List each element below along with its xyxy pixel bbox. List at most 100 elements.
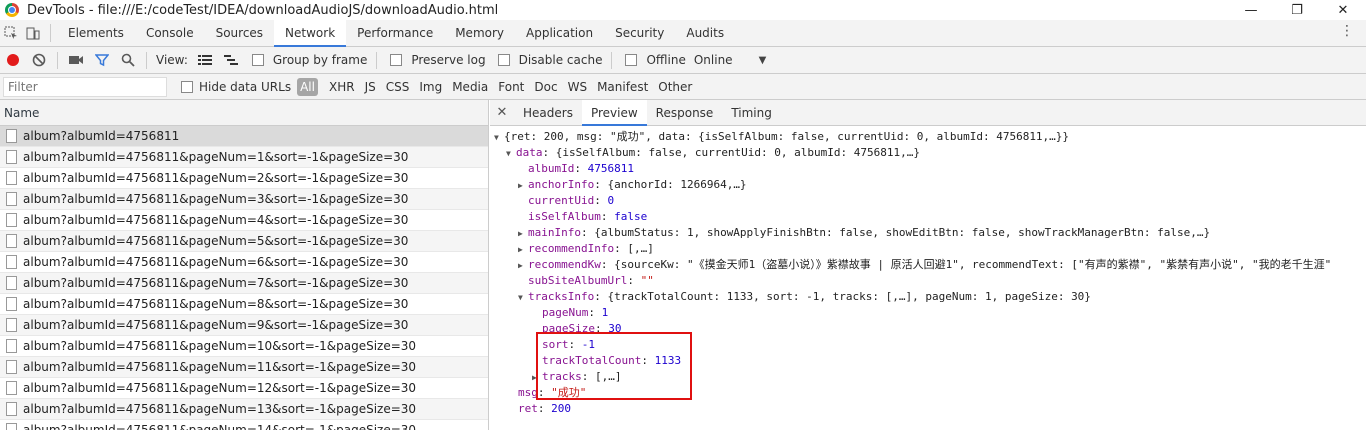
name-column-header[interactable]: Name — [0, 100, 488, 126]
tree-node-tracksInfo[interactable]: ▼ tracksInfo: {trackTotalCount: 1133, sor… — [490, 289, 1366, 305]
subSiteAlbumUrl-value: "" — [640, 274, 654, 287]
filter-type-js[interactable]: JS — [360, 78, 381, 96]
request-name: album?albumId=4756811 — [23, 129, 180, 143]
request-row[interactable]: album?albumId=4756811&pageNum=14&sort=-1… — [0, 420, 488, 430]
recommendInfo-value: [,…] — [627, 242, 654, 255]
tree-node-isSelfAlbum: isSelfAlbum: false — [528, 210, 648, 223]
file-icon — [6, 381, 17, 395]
hide-data-urls-label: Hide data URLs — [199, 79, 292, 94]
tab-memory[interactable]: Memory — [444, 20, 515, 47]
tab-headers[interactable]: Headers — [514, 100, 582, 126]
collapsed-triangle-icon[interactable]: ▶ — [532, 370, 542, 386]
group-by-frame-label: Group by frame — [272, 53, 368, 67]
request-row[interactable]: album?albumId=4756811&pageNum=12&sort=-1… — [0, 378, 488, 399]
clear-icon[interactable] — [26, 47, 52, 74]
tab-performance[interactable]: Performance — [346, 20, 444, 47]
request-name: album?albumId=4756811&pageNum=6&sort=-1&… — [23, 255, 409, 269]
file-icon — [6, 129, 17, 143]
file-icon — [6, 192, 17, 206]
close-detail-icon[interactable]: ✕ — [490, 105, 514, 120]
file-icon — [6, 339, 17, 353]
tree-node-root[interactable]: ▼ {ret: 200, msg: "成功", data: {isSelfAlbu… — [490, 129, 1366, 145]
filter-type-ws[interactable]: WS — [563, 78, 592, 96]
preserve-log-checkbox[interactable] — [390, 54, 403, 66]
request-row[interactable]: album?albumId=4756811&pageNum=9&sort=-1&… — [0, 315, 488, 336]
collapsed-triangle-icon[interactable]: ▶ — [518, 242, 528, 258]
request-row[interactable]: album?albumId=4756811&pageNum=1&sort=-1&… — [0, 147, 488, 168]
more-options-icon[interactable]: ⋮ — [1340, 23, 1354, 39]
tab-security[interactable]: Security — [604, 20, 675, 47]
search-icon[interactable] — [115, 47, 141, 74]
tree-node-tracks[interactable]: ▶ tracks: [,…] — [490, 369, 1366, 385]
collapsed-triangle-icon[interactable]: ▶ — [518, 226, 528, 242]
tab-audits[interactable]: Audits — [675, 20, 735, 47]
tab-console[interactable]: Console — [135, 20, 205, 47]
filter-type-all[interactable]: All — [297, 77, 318, 96]
close-window-button[interactable]: ✕ — [1320, 0, 1366, 20]
request-name: album?albumId=4756811&pageNum=7&sort=-1&… — [23, 276, 409, 290]
file-icon — [6, 402, 17, 416]
request-row[interactable]: album?albumId=4756811&pageNum=11&sort=-1… — [0, 357, 488, 378]
request-row[interactable]: album?albumId=4756811&pageNum=6&sort=-1&… — [0, 252, 488, 273]
tab-timing[interactable]: Timing — [722, 100, 781, 126]
filter-type-xhr[interactable]: XHR — [324, 78, 360, 96]
request-row[interactable]: album?albumId=4756811&pageNum=10&sort=-1… — [0, 336, 488, 357]
request-row[interactable]: album?albumId=4756811 — [0, 126, 488, 147]
large-rows-icon[interactable] — [192, 47, 218, 74]
inspect-element-icon[interactable] — [0, 22, 22, 44]
disable-cache-checkbox[interactable] — [497, 54, 510, 66]
waterfall-icon[interactable] — [218, 47, 244, 74]
tree-node-data[interactable]: ▼ data: {isSelfAlbum: false, currentUid: … — [490, 145, 1366, 161]
request-row[interactable]: album?albumId=4756811&pageNum=5&sort=-1&… — [0, 231, 488, 252]
expanded-triangle-icon[interactable]: ▼ — [506, 146, 516, 162]
minimize-button[interactable]: — — [1228, 0, 1274, 20]
offline-checkbox[interactable] — [625, 54, 638, 66]
restore-button[interactable]: ❐ — [1274, 0, 1320, 20]
request-row[interactable]: album?albumId=4756811&pageNum=7&sort=-1&… — [0, 273, 488, 294]
throttling-select[interactable]: Online — [694, 53, 733, 67]
collapsed-triangle-icon[interactable]: ▶ — [518, 178, 528, 194]
filter-type-font[interactable]: Font — [493, 78, 529, 96]
filter-input[interactable] — [3, 76, 167, 97]
file-icon — [6, 171, 17, 185]
tab-sources[interactable]: Sources — [205, 20, 274, 47]
tab-application[interactable]: Application — [515, 20, 604, 47]
group-by-frame-checkbox[interactable] — [251, 54, 264, 66]
expanded-triangle-icon[interactable]: ▼ — [518, 290, 528, 306]
filter-type-img[interactable]: Img — [414, 78, 447, 96]
tree-node-recommendInfo[interactable]: ▶ recommendInfo: [,…] — [490, 241, 1366, 257]
tree-node-anchorInfo[interactable]: ▶ anchorInfo: {anchorId: 1266964,…} — [490, 177, 1366, 193]
pageSize-value: 30 — [608, 322, 622, 335]
record-button[interactable] — [0, 47, 26, 74]
tree-node-mainInfo[interactable]: ▶ mainInfo: {albumStatus: 1, showApplyFin… — [490, 225, 1366, 241]
capture-screenshots-icon[interactable] — [63, 47, 89, 74]
device-toolbar-icon[interactable] — [22, 22, 44, 44]
file-icon — [6, 360, 17, 374]
request-row[interactable]: album?albumId=4756811&pageNum=13&sort=-1… — [0, 399, 488, 420]
filter-icon[interactable] — [89, 47, 115, 74]
collapsed-triangle-icon[interactable]: ▶ — [518, 258, 528, 274]
tab-network[interactable]: Network — [274, 19, 347, 47]
tab-preview[interactable]: Preview — [581, 100, 647, 126]
filter-type-css[interactable]: CSS — [381, 78, 415, 96]
filter-type-doc[interactable]: Doc — [529, 78, 562, 96]
file-icon — [6, 276, 17, 290]
request-row[interactable]: album?albumId=4756811&pageNum=3&sort=-1&… — [0, 189, 488, 210]
chevron-down-icon[interactable]: ▼ — [759, 55, 767, 66]
view-label: View: — [156, 53, 188, 67]
msg-value: "成功" — [551, 386, 587, 399]
filter-type-other[interactable]: Other — [653, 78, 697, 96]
filter-type-media[interactable]: Media — [447, 78, 493, 96]
trackTotalCount-value: 1133 — [654, 354, 682, 367]
tab-elements[interactable]: Elements — [57, 20, 135, 47]
expanded-triangle-icon[interactable]: ▼ — [494, 130, 504, 146]
tab-response[interactable]: Response — [647, 100, 723, 126]
request-row[interactable]: album?albumId=4756811&pageNum=8&sort=-1&… — [0, 294, 488, 315]
request-row[interactable]: album?albumId=4756811&pageNum=2&sort=-1&… — [0, 168, 488, 189]
request-name: album?albumId=4756811&pageNum=5&sort=-1&… — [23, 234, 409, 248]
tree-node-recommendKw[interactable]: ▶ recommendKw: {sourceKw: "《摸金天师1（盗墓小说）》紫… — [490, 257, 1366, 273]
request-row[interactable]: album?albumId=4756811&pageNum=4&sort=-1&… — [0, 210, 488, 231]
network-toolbar: View: Group by frame Preserve log Disabl… — [0, 47, 1366, 74]
hide-data-urls-checkbox[interactable] — [181, 80, 193, 93]
filter-type-manifest[interactable]: Manifest — [592, 78, 653, 96]
